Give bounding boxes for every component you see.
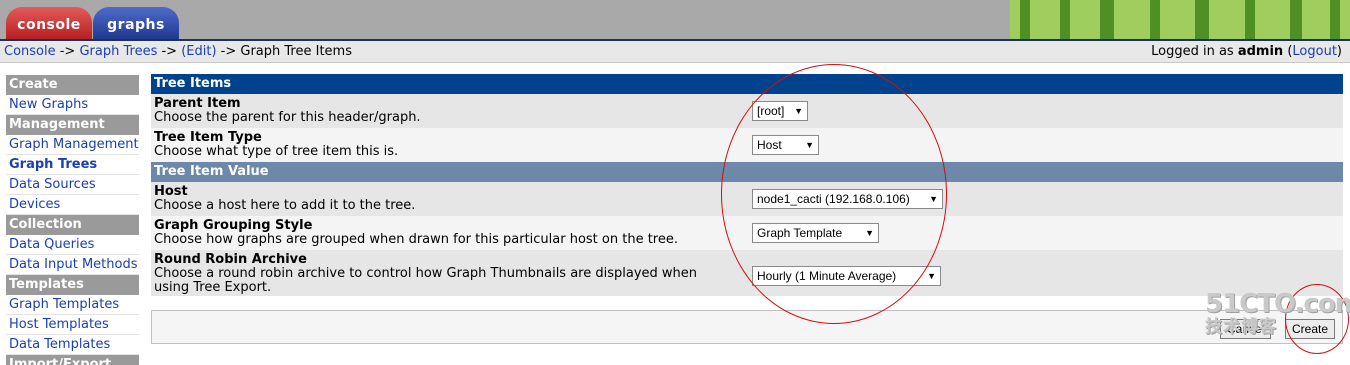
form-row-tree-item-type: Tree Item Type Choose what type of tree … <box>151 128 1343 162</box>
sidebar-item-new-graphs[interactable]: New Graphs <box>6 95 139 115</box>
breadcrumb: Console -> Graph Trees -> (Edit) -> Grap… <box>4 41 352 62</box>
field-label: Parent Item <box>154 96 241 111</box>
menu-header-templates: Templates <box>6 275 139 295</box>
sidebar-item-data-sources[interactable]: Data Sources <box>6 175 139 195</box>
sidebar-item-data-queries[interactable]: Data Queries <box>6 235 139 255</box>
watermark-line2: 技术博客 <box>1205 317 1277 337</box>
menu-header-import-export: Import/Export <box>6 355 139 365</box>
parent-item-select[interactable]: [root] ▼ <box>752 101 808 121</box>
field-description: Choose a host here to add it to the tree… <box>154 198 416 213</box>
breadcrumb-edit-link[interactable]: (Edit) <box>181 44 216 59</box>
field-description: Choose the parent for this header/graph. <box>154 110 421 125</box>
select-value: [root] <box>757 104 785 118</box>
tree-item-type-select[interactable]: Host ▼ <box>752 135 819 155</box>
dropdown-arrow-icon: ▼ <box>794 106 803 116</box>
tree-item-form: Tree Items Parent Item Choose the parent… <box>151 74 1343 344</box>
sidebar-item-graph-templates[interactable]: Graph Templates <box>6 295 139 315</box>
sidebar-item-data-templates[interactable]: Data Templates <box>6 335 139 355</box>
top-bar: console graphs <box>0 0 1350 40</box>
breadcrumb-current: Graph Tree Items <box>240 44 352 59</box>
breadcrumb-graph-trees-link[interactable]: Graph Trees <box>79 44 157 59</box>
watermark: 51CTO.com 技术博客 <box>1205 290 1350 336</box>
logout-link[interactable]: Logout <box>1292 44 1337 59</box>
breadcrumb-separator: -> <box>216 44 241 59</box>
graph-grouping-style-select[interactable]: Graph Template ▼ <box>752 223 879 243</box>
tab-graphs[interactable]: graphs <box>93 7 179 40</box>
tab-console[interactable]: console <box>6 7 92 40</box>
breadcrumb-bar: Console -> Graph Trees -> (Edit) -> Grap… <box>0 41 1350 63</box>
sidebar-item-devices[interactable]: Devices <box>6 195 139 215</box>
form-row-parent-item: Parent Item Choose the parent for this h… <box>151 94 1343 128</box>
form-row-graph-grouping-style: Graph Grouping Style Choose how graphs a… <box>151 216 1343 250</box>
sidebar: Create New Graphs Management Graph Manag… <box>6 75 139 365</box>
host-select[interactable]: node1_cacti (192.168.0.106) ▼ <box>752 189 943 209</box>
round-robin-archive-select[interactable]: Hourly (1 Minute Average) ▼ <box>752 266 941 286</box>
menu-header-create: Create <box>6 75 139 95</box>
field-label: Host <box>154 184 188 199</box>
sidebar-item-host-templates[interactable]: Host Templates <box>6 315 139 335</box>
menu-header-management: Management <box>6 115 139 135</box>
breadcrumb-console-link[interactable]: Console <box>4 44 56 59</box>
section-header-tree-item-value: Tree Item Value <box>151 162 1343 182</box>
breadcrumb-separator: -> <box>55 44 80 59</box>
form-button-bar: Cancel Create <box>151 310 1343 344</box>
dropdown-arrow-icon: ▼ <box>805 140 814 150</box>
field-label: Round Robin Archive <box>154 252 307 267</box>
field-label: Tree Item Type <box>154 130 262 145</box>
sidebar-item-graph-trees[interactable]: Graph Trees <box>6 155 139 175</box>
select-value: node1_cacti (192.168.0.106) <box>757 192 910 206</box>
watermark-line1: 51CTO.com <box>1205 289 1350 319</box>
login-user: admin <box>1237 44 1284 59</box>
select-value: Graph Template <box>757 226 843 240</box>
form-row-host: Host Choose a host here to add it to the… <box>151 182 1343 216</box>
sidebar-item-data-input-methods[interactable]: Data Input Methods <box>6 255 139 275</box>
section-header-tree-items: Tree Items <box>151 74 1343 94</box>
cactus-logo-image <box>950 0 1350 40</box>
login-prefix: Logged in as <box>1151 44 1238 59</box>
breadcrumb-separator: -> <box>157 44 182 59</box>
sidebar-item-graph-management[interactable]: Graph Management <box>6 135 139 155</box>
field-description: Choose how graphs are grouped when drawn… <box>154 232 678 247</box>
dropdown-arrow-icon: ▼ <box>865 228 874 238</box>
field-label: Graph Grouping Style <box>154 218 313 233</box>
form-row-round-robin-archive: Round Robin Archive Choose a round robin… <box>151 250 1343 296</box>
select-value: Host <box>757 138 782 152</box>
login-status: Logged in as admin (Logout) <box>1151 44 1342 59</box>
menu-header-collection-methods: Collection Methods <box>6 215 139 252</box>
field-description: Choose a round robin archive to control … <box>154 266 698 295</box>
dropdown-arrow-icon: ▼ <box>929 194 938 204</box>
select-value: Hourly (1 Minute Average) <box>757 269 897 283</box>
field-description: Choose what type of tree item this is. <box>154 144 399 159</box>
dropdown-arrow-icon: ▼ <box>927 271 936 281</box>
